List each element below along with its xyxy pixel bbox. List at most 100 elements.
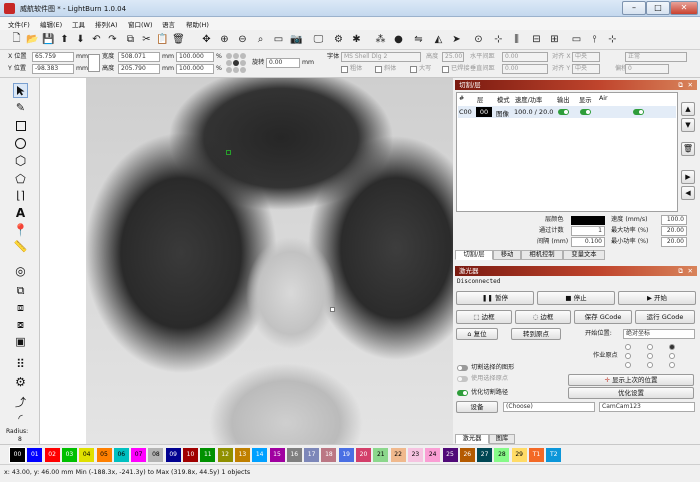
panel-float-icon[interactable]: ⧉ (678, 80, 683, 90)
measure-icon[interactable]: 📏 (13, 239, 28, 254)
menu-window[interactable]: 窗口(W) (128, 19, 153, 29)
boolean-union-icon[interactable]: ⧈ (13, 300, 28, 315)
origin-radio-mr[interactable] (669, 353, 675, 359)
rectangle-icon[interactable] (13, 118, 28, 133)
palette-swatch-29[interactable]: 29 (511, 448, 527, 462)
distribute-icon[interactable]: ⊟ (530, 33, 543, 46)
zoom-in-icon[interactable]: ⊕ (218, 33, 231, 46)
offset-icon[interactable]: ◎ (13, 263, 28, 278)
use-selection-origin-toggle[interactable] (457, 376, 468, 382)
laser-panel-float-icon[interactable]: ⧉ (678, 266, 683, 276)
palette-swatch-19[interactable]: 19 (338, 448, 354, 462)
zoom-window-icon[interactable]: ▭ (272, 33, 285, 46)
width-percent-input[interactable]: 100.000 (176, 52, 214, 62)
palette-swatch-18[interactable]: 18 (321, 448, 337, 462)
width-input[interactable]: 508.071 (118, 52, 160, 62)
open-file-icon[interactable]: 📂 (26, 33, 39, 46)
tab-laser[interactable]: 激光器 (455, 434, 489, 444)
pen-icon[interactable]: ✎ (13, 100, 28, 115)
dock-h-icon[interactable]: ▭ (570, 33, 583, 46)
menu-edit[interactable]: 编辑(E) (40, 19, 62, 29)
font-select[interactable]: MS Shell Dlg 2 (341, 52, 421, 62)
array-icon[interactable]: ⠿ (13, 356, 28, 371)
laser-panel-close-icon[interactable]: ✕ (688, 266, 693, 276)
copy-icon[interactable]: ⧉ (124, 33, 137, 46)
send-icon[interactable]: ➤ (450, 33, 463, 46)
bend-icon[interactable]: ⤴ (13, 394, 28, 409)
layer-down-button[interactable]: ▼ (681, 118, 695, 132)
palette-swatch-00[interactable]: 00 (9, 447, 26, 463)
air-toggle[interactable] (633, 109, 644, 115)
palette-swatch-27[interactable]: 27 (477, 448, 493, 462)
height-input[interactable]: 205.790 (118, 64, 160, 74)
bold-checkbox[interactable] (341, 66, 348, 73)
cut-icon[interactable]: ✂ (140, 33, 153, 46)
user-icon[interactable]: ● (392, 33, 405, 46)
tab-library[interactable]: 图库 (489, 434, 515, 444)
text-mode-select[interactable]: 正常 (625, 52, 687, 62)
home-button[interactable]: ⌂ 复位 (456, 328, 498, 340)
origin-radio-bl[interactable] (625, 362, 631, 368)
frame-button[interactable]: ⬚ 边框 (456, 310, 512, 324)
palette-swatch-06[interactable]: 06 (113, 448, 129, 462)
camera-icon[interactable]: 📷 (290, 33, 303, 46)
design-canvas[interactable] (40, 78, 453, 444)
palette-swatch-05[interactable]: 05 (96, 448, 112, 462)
min-power-input[interactable]: 20.00 (661, 237, 687, 247)
target-icon[interactable]: ⊙ (472, 33, 485, 46)
optimize-path-toggle[interactable] (457, 390, 468, 396)
menu-tools[interactable]: 工具 (72, 19, 85, 29)
ellipse-icon[interactable] (13, 136, 28, 151)
menu-language[interactable]: 语言 (162, 19, 175, 29)
import-icon[interactable]: ⬆ (58, 33, 71, 46)
menu-help[interactable]: 帮助(H) (186, 19, 209, 29)
select-icon[interactable] (13, 83, 28, 98)
x-position-input[interactable]: 65.759 (32, 52, 74, 62)
speed-input[interactable]: 100.0 (661, 215, 687, 225)
tab-variable-text[interactable]: 变量文本 (563, 250, 605, 260)
tools-icon[interactable]: ✱ (350, 33, 363, 46)
origin-radio-ml[interactable] (625, 353, 631, 359)
align-x-select[interactable]: 中央 (572, 52, 600, 62)
center-icon[interactable]: ⊹ (606, 33, 619, 46)
maximize-button[interactable]: □ (646, 1, 670, 15)
tab-cut-layers[interactable]: 切割/层 (455, 250, 493, 260)
palette-swatch-02[interactable]: 02 (44, 448, 60, 462)
rotate-input[interactable]: 0.00 (266, 58, 300, 68)
portrait-image[interactable] (86, 78, 453, 444)
menu-arrange[interactable]: 排列(A) (95, 19, 118, 29)
new-file-icon[interactable]: 🗋 (10, 33, 23, 46)
origin-radio-mc[interactable] (647, 353, 653, 359)
node-icon[interactable]: ⊹ (492, 33, 505, 46)
stop-button[interactable]: ■ 停止 (537, 291, 615, 305)
zoom-fit-icon[interactable]: ⌕ (254, 33, 267, 46)
vspace-input[interactable]: 0.00 (502, 64, 548, 74)
palette-swatch-09[interactable]: 09 (165, 448, 181, 462)
port-select[interactable]: CamCam123 (599, 402, 695, 412)
welded-checkbox[interactable] (442, 66, 449, 73)
paste-icon[interactable]: 📋 (156, 33, 169, 46)
align-icon[interactable]: ⫼ (510, 33, 523, 46)
layer-delete-button[interactable]: 🗑 (681, 142, 695, 156)
origin-radio-br[interactable] (669, 362, 675, 368)
layer-up-button[interactable]: ▲ (681, 102, 695, 116)
corner-icon[interactable]: ◜ (13, 411, 28, 426)
table-row[interactable]: C00 00 图像 100.0 / 20.0 (458, 106, 676, 118)
delete-icon[interactable]: 🗑 (172, 33, 185, 46)
show-last-position-button[interactable]: ✛ 显示上次的位置 (568, 374, 694, 386)
origin-radio-tc[interactable] (647, 344, 653, 350)
palette-swatch-26[interactable]: 26 (459, 448, 475, 462)
palette-swatch-10[interactable]: 10 (183, 448, 198, 462)
tab-move[interactable]: 移动 (493, 250, 521, 260)
anchor-grid[interactable] (226, 53, 246, 73)
device-select[interactable]: (Choose) (503, 402, 595, 412)
italic-checkbox[interactable] (375, 66, 382, 73)
palette-swatch-04[interactable]: 04 (79, 448, 95, 462)
origin-radio-bc[interactable] (647, 362, 653, 368)
origin-radio-tr[interactable] (669, 344, 675, 350)
position-icon[interactable]: 📍 (13, 222, 28, 237)
save-icon[interactable]: 💾 (42, 33, 55, 46)
hspace-input[interactable]: 0.00 (502, 52, 548, 62)
palette-swatch-15[interactable]: 15 (269, 448, 285, 462)
palette-swatch-16[interactable]: 16 (286, 448, 302, 462)
